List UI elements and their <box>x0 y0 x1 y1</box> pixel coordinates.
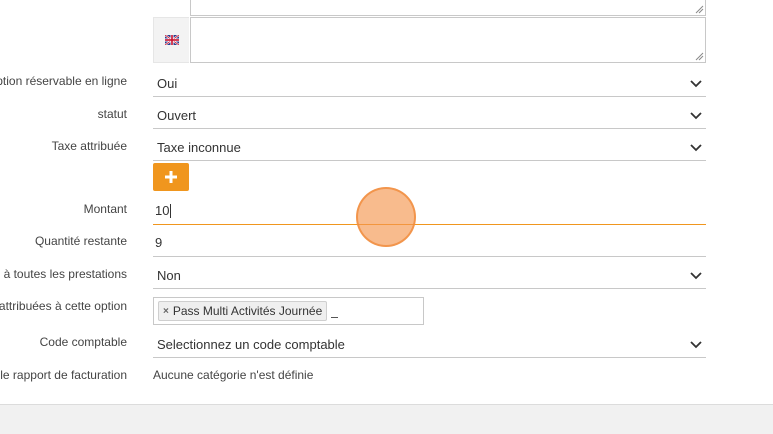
bookable-online-label: ption réservable en ligne <box>0 74 127 88</box>
service-tag[interactable]: × Pass Multi Activités Journée <box>158 301 328 321</box>
tag-remove-icon[interactable]: × <box>163 306 169 317</box>
all-services-label: n à toutes les prestations <box>0 267 127 281</box>
assigned-services-label: attribuées à cette option <box>0 299 127 313</box>
remaining-quantity-value: 9 <box>155 235 163 250</box>
tax-label: Taxe attribuée <box>51 139 127 153</box>
tax-value: Taxe inconnue <box>157 140 241 155</box>
amount-input[interactable]: 10 <box>153 197 706 225</box>
all-services-value: Non <box>157 268 181 283</box>
accounting-code-value: Selectionnez un code comptable <box>157 337 345 352</box>
tag-input-cursor <box>331 316 339 318</box>
all-services-select[interactable]: Non <box>153 263 706 289</box>
amount-value: 10 <box>155 203 170 218</box>
uk-flag-icon <box>164 35 179 45</box>
status-value: Ouvert <box>157 108 197 123</box>
status-label: statut <box>97 107 127 121</box>
chevron-down-icon <box>688 337 704 353</box>
add-tax-button[interactable] <box>153 163 189 191</box>
chevron-down-icon <box>688 76 704 92</box>
resize-handle-icon[interactable] <box>695 5 704 14</box>
chevron-down-icon <box>688 108 704 124</box>
status-select[interactable]: Ouvert <box>153 103 706 129</box>
tax-select[interactable]: Taxe inconnue <box>153 135 706 161</box>
page-footer <box>0 404 773 434</box>
accounting-code-label: Code comptable <box>39 335 127 349</box>
click-indicator <box>356 187 416 247</box>
chevron-down-icon <box>688 140 704 156</box>
assigned-services-tag-input[interactable]: × Pass Multi Activités Journée <box>153 297 424 325</box>
description-textarea-fr[interactable] <box>190 0 706 16</box>
accounting-code-select[interactable]: Selectionnez un code comptable <box>153 332 706 358</box>
bookable-online-select[interactable]: Oui <box>153 71 706 97</box>
remaining-quantity-input[interactable]: 9 <box>153 229 706 257</box>
language-flag-cell <box>153 17 189 63</box>
amount-label: Montant <box>83 202 127 216</box>
resize-handle-icon[interactable] <box>695 52 704 61</box>
remaining-quantity-label: Quantité restante <box>34 234 127 248</box>
service-tag-label: Pass Multi Activités Journée <box>172 304 323 318</box>
billing-report-label: le rapport de facturation <box>0 368 127 382</box>
plus-icon <box>165 171 177 183</box>
description-textarea-en[interactable] <box>190 17 706 63</box>
text-cursor <box>170 203 172 218</box>
bookable-online-value: Oui <box>157 76 178 91</box>
billing-report-value: Aucune catégorie n'est définie <box>153 368 314 382</box>
chevron-down-icon <box>688 268 704 284</box>
